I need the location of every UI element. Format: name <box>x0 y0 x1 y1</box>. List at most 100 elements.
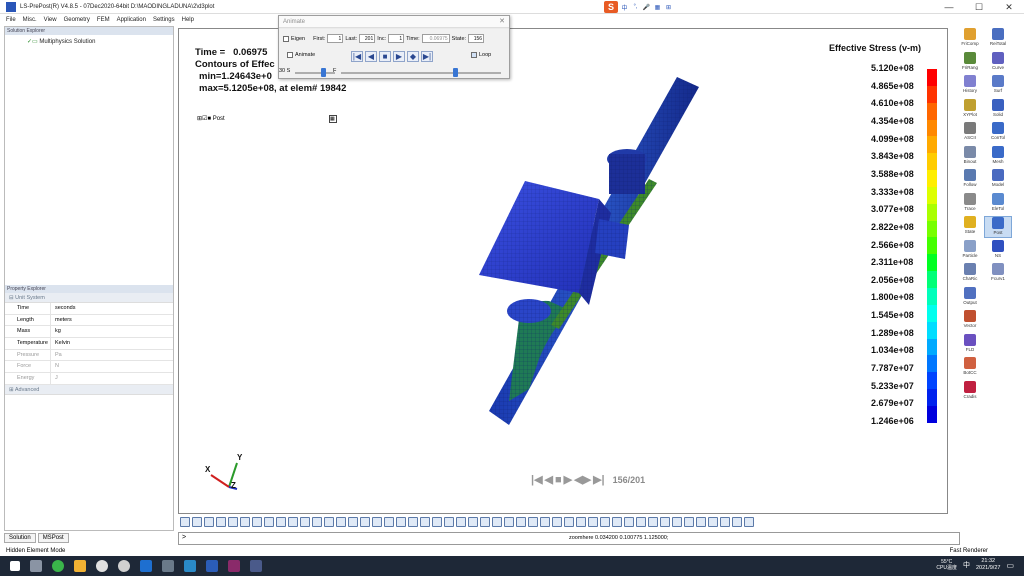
toolbar-button-mesh[interactable]: Mesh <box>984 145 1012 168</box>
menu-misc[interactable]: Misc. <box>23 17 37 23</box>
tree-item-multiphysics[interactable]: ✓▭ Multiphysics Solution <box>5 38 173 45</box>
clock[interactable]: 21:32 2021/9/27 <box>976 558 1000 572</box>
sogou-logo-icon[interactable]: S <box>604 1 618 13</box>
toolbar-button-trace[interactable]: Trace <box>956 192 984 215</box>
play-icon[interactable]: ▶ <box>564 473 572 486</box>
toolbar-button-ascii[interactable]: ASCII <box>956 122 984 144</box>
tab-mspost[interactable]: MSPost <box>37 533 69 543</box>
grid-icon[interactable]: ⊞ <box>664 4 673 11</box>
menu-settings[interactable]: Settings <box>153 17 175 23</box>
tool-icon[interactable] <box>432 517 442 527</box>
lsprepost-icon[interactable] <box>250 560 262 572</box>
tool-icon[interactable] <box>648 517 658 527</box>
word-icon[interactable] <box>206 560 218 572</box>
tool-icon[interactable] <box>216 517 226 527</box>
tool-icon[interactable] <box>348 517 358 527</box>
microphone-icon[interactable]: 🎤 <box>642 4 651 11</box>
toolbar-button-eletol[interactable]: EleTol <box>984 192 1012 215</box>
tool-icon[interactable] <box>732 517 742 527</box>
toolbar-button-model[interactable]: Model <box>984 169 1012 191</box>
stop-button[interactable]: ■ <box>379 51 391 62</box>
tool-icon[interactable] <box>444 517 454 527</box>
tool-icon[interactable] <box>576 517 586 527</box>
taskview-icon[interactable] <box>30 560 42 572</box>
tool-icon[interactable] <box>552 517 562 527</box>
tool-icon[interactable] <box>696 517 706 527</box>
tool-icon[interactable] <box>264 517 274 527</box>
first-frame-button[interactable]: |◀ <box>351 51 363 62</box>
toolbar-button-xyplot[interactable]: XYPlot <box>956 98 984 121</box>
step-icon[interactable]: ◀▶ <box>574 473 591 486</box>
tool-icon[interactable] <box>468 517 478 527</box>
toolbar-button-cradis[interactable]: Cradis <box>956 380 984 403</box>
state-field[interactable]: 156 <box>468 34 485 43</box>
tool-icon[interactable] <box>540 517 550 527</box>
app-icon[interactable] <box>118 560 130 572</box>
group-advanced[interactable]: ⊞ Advanced <box>5 384 173 395</box>
app-icon[interactable] <box>184 560 196 572</box>
tool-icon[interactable] <box>384 517 394 527</box>
tool-icon[interactable] <box>276 517 286 527</box>
tool-icon[interactable] <box>636 517 646 527</box>
tool-icon[interactable] <box>528 517 538 527</box>
tool-icon[interactable] <box>492 517 502 527</box>
menu-view[interactable]: View <box>44 17 57 23</box>
app-icon[interactable] <box>52 560 64 572</box>
menu-application[interactable]: Application <box>117 17 146 23</box>
toolbar-button-binout[interactable]: Binout <box>956 145 984 168</box>
loop-checkbox[interactable] <box>471 52 477 58</box>
toolbar-button-charic[interactable]: ChaRic <box>956 263 984 285</box>
toolbar-button-particle[interactable]: Particle <box>956 239 984 262</box>
app-icon[interactable] <box>228 560 240 572</box>
step-button[interactable]: ◆ <box>407 51 419 62</box>
prop-value[interactable]: seconds <box>51 303 76 314</box>
toolbar-button-vector[interactable]: Vector <box>956 310 984 332</box>
tool-icon[interactable] <box>300 517 310 527</box>
tool-icon[interactable] <box>180 517 190 527</box>
app-icon[interactable] <box>140 560 152 572</box>
toolbar-button-post[interactable]: Post <box>984 216 1012 238</box>
last-frame-icon[interactable]: ▶| <box>593 473 605 486</box>
prev-frame-button[interactable]: ◀ <box>365 51 377 62</box>
tool-icon[interactable] <box>312 517 322 527</box>
tool-icon[interactable] <box>228 517 238 527</box>
toolbar-button-state[interactable]: State <box>956 216 984 238</box>
command-line[interactable]: > zoomhere 0.034200 0.100775 1.125000; <box>178 532 960 545</box>
notification-icon[interactable]: ▭ <box>1006 561 1014 570</box>
last-field[interactable]: 201 <box>359 34 376 43</box>
toolbar-button-contol[interactable]: ConTol <box>984 122 1012 144</box>
close-button[interactable]: ✕ <box>994 0 1024 14</box>
tool-icon[interactable] <box>372 517 382 527</box>
tool-icon[interactable] <box>396 517 406 527</box>
tool-icon[interactable] <box>624 517 634 527</box>
toolbar-button-fld[interactable]: FLD <box>956 333 984 356</box>
tool-icon[interactable] <box>720 517 730 527</box>
tool-icon[interactable] <box>744 517 754 527</box>
tool-icon[interactable] <box>516 517 526 527</box>
tool-icon[interactable] <box>420 517 430 527</box>
tool-icon[interactable] <box>480 517 490 527</box>
frame-slider[interactable] <box>341 72 501 74</box>
inc-field[interactable]: 1 <box>388 34 405 43</box>
app-icon[interactable] <box>162 560 174 572</box>
tool-icon[interactable] <box>660 517 670 527</box>
toolbar-button-reitotal[interactable]: ReiTotal <box>984 28 1012 50</box>
folder-icon[interactable] <box>74 560 86 572</box>
tool-icon[interactable] <box>504 517 514 527</box>
prop-value[interactable]: meters <box>51 315 72 326</box>
tool-icon[interactable] <box>192 517 202 527</box>
toolbar-button-curve[interactable]: Curve <box>984 51 1012 74</box>
prop-value[interactable]: Kelvin <box>51 338 70 349</box>
tool-icon[interactable] <box>684 517 694 527</box>
fe-model[interactable] <box>179 29 948 514</box>
toolbar-button-fricomp[interactable]: FriComp <box>956 28 984 50</box>
maximize-button[interactable]: ☐ <box>964 0 994 14</box>
keyboard-icon[interactable]: ▦ <box>653 4 662 11</box>
tool-icon[interactable] <box>324 517 334 527</box>
group-unit-system[interactable]: ⊟ Unit System <box>5 293 173 303</box>
tool-icon[interactable] <box>708 517 718 527</box>
toolbar-button-output[interactable]: Output <box>956 286 984 309</box>
animate-checkbox[interactable] <box>287 52 293 58</box>
menu-file[interactable]: File <box>6 17 16 23</box>
graphics-viewport[interactable]: Time = 0.06975 Contours of Effec min=1.2… <box>178 28 948 514</box>
